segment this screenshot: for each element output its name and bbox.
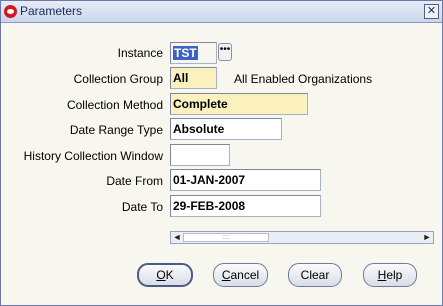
scroll-right-arrow-icon[interactable]: ► <box>421 232 433 243</box>
ok-button[interactable]: OK <box>137 263 193 287</box>
title-bar: Parameters ✕ <box>1 1 442 23</box>
collection-method-label: Collection Method <box>66 98 163 112</box>
date-from-field[interactable]: 01-JAN-2007 <box>170 169 321 191</box>
collection-method-field[interactable]: Complete <box>170 93 308 115</box>
date-range-type-label: Date Range Type <box>69 123 163 137</box>
close-button[interactable]: ✕ <box>424 4 439 19</box>
cancel-button[interactable]: Cancel <box>213 263 268 287</box>
date-to-label: Date To <box>121 200 163 214</box>
instance-field[interactable]: TST <box>170 42 217 64</box>
collection-group-field[interactable]: All <box>170 67 217 89</box>
history-window-field[interactable] <box>170 144 230 166</box>
oracle-logo-icon <box>4 5 17 18</box>
instance-value: TST <box>173 46 198 60</box>
instance-label: Instance <box>117 46 163 60</box>
date-to-field[interactable]: 29-FEB-2008 <box>170 195 321 217</box>
history-window-label: History Collection Window <box>23 149 163 163</box>
collection-group-description: All Enabled Organizations <box>234 72 373 86</box>
scroll-thumb[interactable]: :::: <box>183 233 269 242</box>
date-range-type-field[interactable]: Absolute <box>170 118 282 140</box>
collection-group-label: Collection Group <box>73 72 163 86</box>
clear-button[interactable]: Clear <box>288 263 342 287</box>
lov-ellipsis-button[interactable]: ••• <box>218 43 232 61</box>
date-from-label: Date From <box>106 174 163 188</box>
scroll-left-arrow-icon[interactable]: ◄ <box>171 232 183 243</box>
horizontal-scrollbar[interactable]: ◄ :::: ► <box>170 231 434 244</box>
help-button[interactable]: Help <box>363 263 417 287</box>
window-title: Parameters <box>20 4 83 18</box>
parameters-dialog: Parameters ✕ Instance TST ••• Collection… <box>0 0 443 306</box>
